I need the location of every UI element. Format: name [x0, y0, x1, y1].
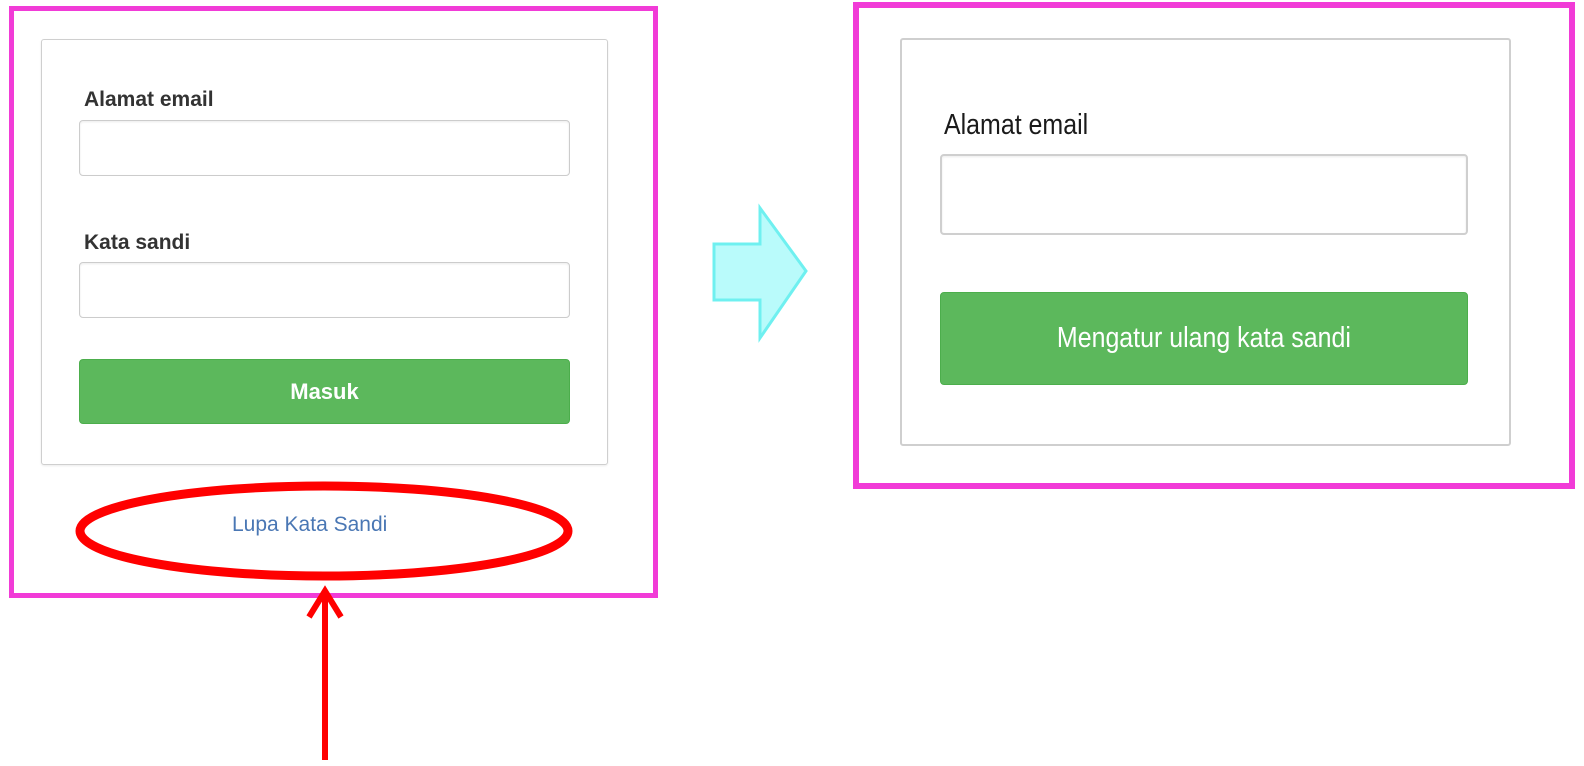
email-label: Alamat email: [84, 88, 214, 111]
login-button[interactable]: Masuk: [79, 359, 570, 424]
email-input[interactable]: [79, 120, 570, 176]
reset-password-button[interactable]: Mengatur ulang kata sandi: [940, 292, 1468, 385]
password-input[interactable]: [79, 262, 570, 318]
reset-password-button-label: Mengatur ulang kata sandi: [1057, 322, 1351, 354]
canvas: Alamat email Kata sandi Masuk Lupa Kata …: [0, 0, 1584, 766]
reset-email-input[interactable]: [940, 154, 1468, 235]
right-arrow-icon: [712, 203, 808, 343]
forgot-password-link[interactable]: Lupa Kata Sandi: [232, 512, 387, 538]
up-arrow-icon: [306, 585, 344, 760]
password-label: Kata sandi: [84, 231, 191, 254]
reset-email-label: Alamat email: [944, 109, 1089, 141]
